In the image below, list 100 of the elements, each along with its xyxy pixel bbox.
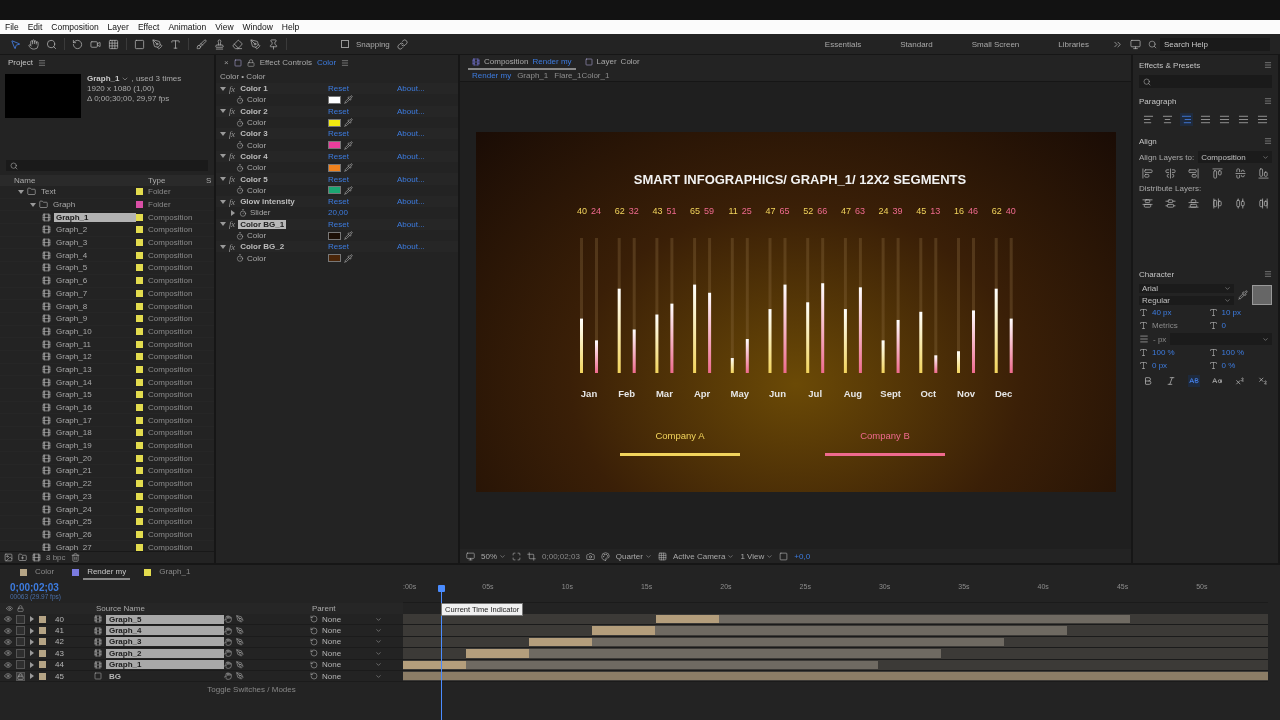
menu-icon[interactable] [37, 58, 46, 67]
font-dropdown[interactable]: Arial [1139, 284, 1234, 293]
workspace-tab[interactable]: Small Screen [971, 39, 1020, 49]
label-color-swatch[interactable] [136, 264, 143, 272]
label-color-swatch[interactable] [136, 505, 143, 513]
parent-dropdown[interactable]: None [322, 648, 382, 658]
eyedropper-icon[interactable] [344, 163, 353, 173]
current-time[interactable]: 0;00;02;03 [542, 551, 580, 561]
about-link[interactable]: About... [397, 129, 458, 139]
lock-switch[interactable] [16, 626, 25, 636]
menu-item[interactable]: Help [281, 22, 300, 32]
eyedropper-icon[interactable] [1238, 289, 1248, 300]
reset-link[interactable]: Reset [328, 219, 397, 229]
label-color-swatch[interactable] [136, 315, 143, 323]
text-style-button[interactable] [1188, 375, 1200, 387]
expanded-triangle-icon[interactable] [220, 153, 226, 160]
project-item-name[interactable]: Graph_24 [54, 504, 94, 514]
workspace-tab[interactable]: Standard [900, 39, 933, 49]
expanded-triangle-icon[interactable] [220, 243, 226, 250]
label-color-swatch[interactable] [39, 649, 46, 657]
character-value[interactable]: 0 % [1221, 361, 1236, 370]
column-size[interactable]: S [206, 176, 214, 185]
layer-duration-bar[interactable] [529, 637, 1005, 647]
new-composition-icon[interactable] [32, 553, 41, 562]
paragraph-align-button[interactable] [1218, 113, 1231, 126]
type-tool-icon[interactable] [170, 38, 181, 50]
layer-name[interactable]: Graph_1 [106, 660, 224, 670]
distribute-right-icon[interactable] [1257, 198, 1269, 209]
stopwatch-icon[interactable] [239, 208, 247, 217]
align-to-dropdown[interactable]: Composition [1198, 151, 1272, 163]
hand-tool-icon[interactable] [28, 38, 39, 50]
color-swatch[interactable] [328, 231, 341, 240]
align-left-icon[interactable] [1142, 168, 1153, 179]
lock-switch[interactable] [16, 614, 25, 624]
reset-link[interactable]: Reset [328, 242, 397, 252]
brush-tool-icon[interactable] [196, 38, 207, 50]
parent-dropdown[interactable]: None [322, 671, 382, 681]
menu-icon[interactable] [1264, 270, 1272, 278]
expanded-triangle-icon[interactable] [18, 188, 24, 195]
camera-icon[interactable] [585, 551, 595, 561]
panel-title[interactable]: Character [1139, 269, 1175, 279]
eyedropper-icon[interactable] [344, 140, 353, 150]
reset-link[interactable]: Reset [328, 106, 397, 116]
label-color-swatch[interactable] [39, 672, 46, 680]
snap-icon[interactable] [396, 38, 408, 50]
project-item-name[interactable]: Graph_1 [54, 212, 136, 222]
stopwatch-icon[interactable] [236, 254, 244, 263]
search-help-field[interactable]: Search Help [1160, 37, 1270, 51]
lock-switch[interactable] [16, 660, 25, 670]
label-color-swatch[interactable] [39, 615, 46, 623]
eye-icon[interactable] [4, 649, 12, 658]
label-color-swatch[interactable] [136, 480, 143, 488]
project-item-name[interactable]: Graph_19 [54, 441, 94, 451]
align-vertical-center-icon[interactable] [1234, 168, 1246, 179]
eye-icon[interactable] [4, 672, 12, 681]
distribute-middle-icon[interactable] [1234, 198, 1246, 209]
preview-icon[interactable] [466, 551, 475, 561]
text-style-button[interactable] [1165, 375, 1177, 387]
project-item-name[interactable]: Graph_22 [54, 479, 94, 489]
font-style-dropdown[interactable]: Regular [1139, 296, 1234, 305]
reset-link[interactable]: Reset [328, 197, 397, 207]
eraser-tool-icon[interactable] [232, 38, 243, 50]
expanded-triangle-icon[interactable] [30, 201, 36, 208]
project-item-name[interactable]: Graph_2 [54, 225, 90, 235]
label-color-swatch[interactable] [136, 391, 143, 399]
paragraph-align-button[interactable] [1199, 113, 1212, 126]
project-item-name[interactable]: Graph_9 [54, 314, 90, 324]
menu-icon[interactable] [341, 58, 350, 67]
views-dropdown[interactable]: 1 View [740, 551, 774, 561]
menu-item[interactable]: View [215, 22, 234, 32]
project-item-name[interactable]: Graph_11 [54, 339, 93, 349]
label-color-swatch[interactable] [136, 454, 143, 462]
camera-dropdown[interactable]: Active Camera [672, 551, 735, 561]
eye-icon[interactable] [4, 660, 12, 669]
character-value[interactable]: 10 px [1221, 308, 1242, 317]
project-item-name[interactable]: Graph_10 [54, 326, 94, 336]
about-link[interactable]: About... [397, 84, 458, 94]
effects-search-field[interactable] [1139, 75, 1272, 88]
project-item-name[interactable]: Graph_18 [54, 428, 94, 438]
label-color-swatch[interactable] [136, 188, 143, 196]
effect-name[interactable]: Color 5 [238, 174, 270, 184]
layer-name[interactable]: Graph_3 [106, 637, 224, 647]
new-folder-icon[interactable] [18, 553, 27, 562]
breadcrumb[interactable]: Flare_1Color_1 [554, 71, 610, 80]
layer-name[interactable]: Graph_2 [106, 648, 224, 658]
effect-name[interactable]: Color 1 [238, 84, 270, 94]
lock-switch[interactable] [16, 637, 25, 647]
project-item-name[interactable]: Graph_23 [54, 491, 94, 501]
text-style-button[interactable] [1257, 375, 1269, 387]
label-color-swatch[interactable] [136, 442, 143, 450]
eye-icon[interactable] [4, 626, 12, 635]
parent-dropdown[interactable]: None [322, 626, 382, 636]
lock-switch[interactable] [16, 648, 25, 658]
project-item-name[interactable]: Graph_21 [54, 466, 94, 476]
fx-badge[interactable]: fx [229, 128, 236, 139]
eyedropper-icon[interactable] [344, 231, 353, 240]
project-item-name[interactable]: Graph_8 [54, 301, 90, 311]
distribute-top-icon[interactable] [1142, 198, 1153, 209]
color-swatch[interactable] [328, 141, 341, 150]
panel-layer-name[interactable]: Color [317, 58, 337, 67]
